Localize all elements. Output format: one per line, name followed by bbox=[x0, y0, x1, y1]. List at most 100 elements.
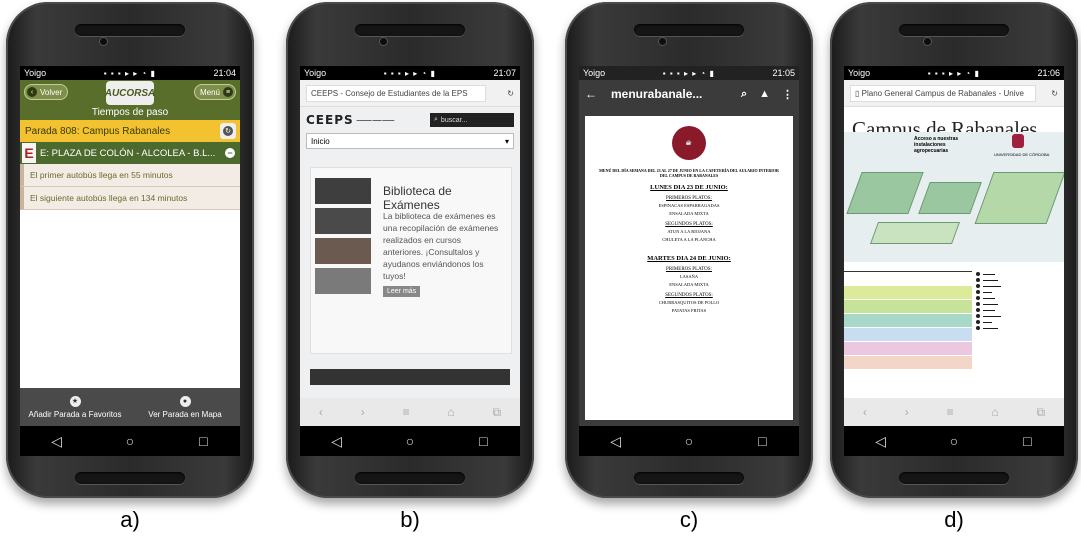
status-icons: ▪ ▪ ▪ ▸ ▸ ◔ ▮ bbox=[662, 68, 715, 78]
status-icons: ▪ ▪ ▪ ▸ ▸ ◔ ▮ bbox=[927, 68, 980, 78]
tabs-icon[interactable]: ⧉ bbox=[492, 405, 501, 420]
read-more-button[interactable]: Leer más bbox=[383, 286, 421, 297]
front-camera bbox=[924, 38, 931, 45]
search-input[interactable]: ⌕ buscar... bbox=[430, 113, 514, 127]
screen-c: Yoigo ▪ ▪ ▪ ▸ ▸ ◔ ▮ 21:05 ← menurabanale… bbox=[579, 66, 799, 426]
back-triangle-icon[interactable]: ◁ bbox=[42, 433, 72, 450]
android-nav-bar: ◁ ○ □ bbox=[844, 426, 1064, 456]
building bbox=[918, 182, 982, 214]
building bbox=[846, 172, 924, 214]
back-arrow-icon[interactable]: ‹ bbox=[319, 405, 323, 419]
phone-a: Yoigo ▪ ▪ ▪ ▸ ▸ ◔ ▮ 21:04 ‹ Volver AUCOR… bbox=[6, 2, 254, 498]
recents-square-icon[interactable]: □ bbox=[188, 433, 218, 449]
legend-point: ▬▬▬▬▬ bbox=[976, 325, 1064, 331]
day-heading: LUNES DIA 23 DE JUNIO: bbox=[650, 184, 728, 191]
browser-address-bar: ▯ Plano General Campus de Rabanales - Un… bbox=[844, 80, 1064, 107]
clock: 21:05 bbox=[772, 68, 795, 78]
back-triangle-icon[interactable]: ◁ bbox=[601, 433, 631, 450]
back-arrow-icon[interactable]: ‹ bbox=[863, 405, 867, 419]
drive-icon[interactable]: ▲ bbox=[759, 88, 770, 101]
back-arrow-icon[interactable]: ← bbox=[585, 87, 597, 101]
tabs-icon[interactable]: ⧉ bbox=[1036, 405, 1045, 420]
screen-a: Yoigo ▪ ▪ ▪ ▸ ▸ ◔ ▮ 21:04 ‹ Volver AUCOR… bbox=[20, 66, 240, 426]
dish: ENSALADA MIXTA bbox=[669, 282, 709, 287]
menu-button[interactable]: Menú ≡ bbox=[193, 84, 236, 100]
view-map-button[interactable]: ● Ver Parada en Mapa bbox=[130, 388, 240, 426]
phone-d: Yoigo ▪ ▪ ▪ ▸ ▸ ◔ ▮ 21:06 ▯ Plano Genera… bbox=[830, 2, 1078, 498]
dish: ENSALADA MIXTA bbox=[669, 211, 709, 216]
menu-intro: MENÚ DEL DÍA SEMANA DEL 23 AL 27 DE JUNI… bbox=[599, 168, 779, 178]
dish: CHURRASQUITOS DE POLLO bbox=[658, 300, 720, 305]
line-name: E: PLAZA DE COLÓN - ALCOLEA - B.L... bbox=[40, 147, 216, 159]
line-row[interactable]: E E: PLAZA DE COLÓN - ALCOLEA - B.L... − bbox=[20, 142, 240, 164]
menu-select[interactable]: Inicio ▾ bbox=[306, 133, 514, 149]
reload-icon[interactable]: ↻ bbox=[1051, 89, 1058, 98]
footer-bar: ★ Añadir Parada a Favoritos ● Ver Parada… bbox=[20, 388, 240, 426]
dish: ESPINACAS ESPARRAGADAS bbox=[658, 203, 720, 208]
line-letter-badge: E bbox=[22, 143, 36, 163]
recents-square-icon[interactable]: □ bbox=[747, 433, 777, 449]
back-triangle-icon[interactable]: ◁ bbox=[322, 433, 352, 450]
screen-d: Yoigo ▪ ▪ ▪ ▸ ▸ ◔ ▮ 21:06 ▯ Plano Genera… bbox=[844, 66, 1064, 426]
refresh-button[interactable]: ↻ bbox=[220, 123, 236, 139]
figure-label-b: b) bbox=[400, 507, 420, 532]
recents-square-icon[interactable]: □ bbox=[468, 433, 498, 449]
front-camera bbox=[659, 38, 666, 45]
bottom-speaker bbox=[355, 472, 465, 484]
menu-icon[interactable]: ≡ bbox=[403, 405, 410, 419]
earpiece-speaker bbox=[355, 24, 465, 36]
viewer-app-bar: ← menurabanale... ⌕ ▲ ⋮ bbox=[579, 80, 799, 108]
legend-band bbox=[844, 300, 972, 313]
add-favorite-label: Añadir Parada a Favoritos bbox=[28, 409, 122, 419]
url-field[interactable]: ▯ Plano General Campus de Rabanales - Un… bbox=[850, 84, 1036, 102]
earpiece-speaker bbox=[899, 24, 1009, 36]
forward-arrow-icon[interactable]: › bbox=[361, 405, 365, 419]
more-vert-icon[interactable]: ⋮ bbox=[782, 88, 793, 101]
legend-points: ▬▬▬▬ ▬▬▬▬▬ ▬▬▬▬▬▬ ▬▬▬ ▬▬▬▬ ▬▬▬▬▬ ▬▬▬▬ ▬▬… bbox=[972, 271, 1064, 381]
building bbox=[869, 222, 961, 244]
screen-b: Yoigo ▪ ▪ ▪ ▸ ▸ ◔ ▮ 21:07 CEEPS - Consej… bbox=[300, 66, 520, 426]
app-header: ‹ Volver AUCORSA Menú ≡ Tiempos de paso bbox=[20, 80, 240, 120]
collapse-icon[interactable]: − bbox=[225, 148, 235, 158]
bottom-speaker bbox=[634, 472, 744, 484]
forward-arrow-icon[interactable]: › bbox=[905, 405, 909, 419]
card-text: La biblioteca de exámenes es una recopil… bbox=[383, 211, 499, 281]
recents-square-icon[interactable]: □ bbox=[1012, 433, 1042, 449]
next-section-strip bbox=[310, 369, 510, 385]
ceeps-logo[interactable]: CEEPS bbox=[306, 113, 354, 127]
refresh-icon: ↻ bbox=[223, 126, 233, 136]
url-field[interactable]: CEEPS - Consejo de Estudiantes de la EPS bbox=[306, 84, 486, 102]
dropdown-caret-icon: ▾ bbox=[504, 136, 509, 146]
home-circle-icon[interactable]: ○ bbox=[395, 433, 425, 449]
add-favorite-button[interactable]: ★ Añadir Parada a Favoritos bbox=[20, 388, 130, 426]
legend-band bbox=[844, 271, 972, 285]
browser-toolbar: ‹ › ≡ ⌂ ⧉ bbox=[844, 398, 1064, 426]
front-camera bbox=[380, 38, 387, 45]
home-circle-icon[interactable]: ○ bbox=[674, 433, 704, 449]
menu-icon[interactable]: ≡ bbox=[947, 405, 954, 419]
search-icon[interactable]: ⌕ bbox=[741, 88, 747, 101]
back-button[interactable]: ‹ Volver bbox=[24, 84, 69, 100]
campus-map[interactable]: Acceso a nuestras instalaciones agropecu… bbox=[844, 132, 1064, 262]
home-circle-icon[interactable]: ○ bbox=[939, 433, 969, 449]
back-triangle-icon[interactable]: ◁ bbox=[866, 433, 896, 450]
section-heading: SEGUNDOS PLATOS: bbox=[665, 293, 713, 298]
home-icon[interactable]: ⌂ bbox=[991, 405, 998, 419]
app-bar-actions: ⌕ ▲ ⋮ bbox=[741, 88, 793, 101]
carrier-label: Yoigo bbox=[304, 68, 327, 78]
home-circle-icon[interactable]: ○ bbox=[115, 433, 145, 449]
thumbnail-image bbox=[315, 208, 371, 234]
thumbnail-image bbox=[315, 268, 371, 294]
phone-b: Yoigo ▪ ▪ ▪ ▸ ▸ ◔ ▮ 21:07 CEEPS - Consej… bbox=[286, 2, 534, 498]
pdf-page: ☕ MENÚ DEL DÍA SEMANA DEL 23 AL 27 DE JU… bbox=[579, 108, 799, 426]
front-camera bbox=[100, 38, 107, 45]
home-icon[interactable]: ⌂ bbox=[447, 405, 454, 419]
figure-label-a: a) bbox=[120, 507, 140, 532]
menu-icon: ≡ bbox=[223, 87, 233, 97]
carrier-label: Yoigo bbox=[848, 68, 871, 78]
dish: CHULETA A LA PLANCHA bbox=[662, 237, 716, 242]
android-nav-bar: ◁ ○ □ bbox=[300, 426, 520, 456]
search-placeholder: buscar... bbox=[440, 116, 468, 124]
reload-icon[interactable]: ↻ bbox=[507, 89, 514, 98]
carrier-label: Yoigo bbox=[583, 68, 606, 78]
